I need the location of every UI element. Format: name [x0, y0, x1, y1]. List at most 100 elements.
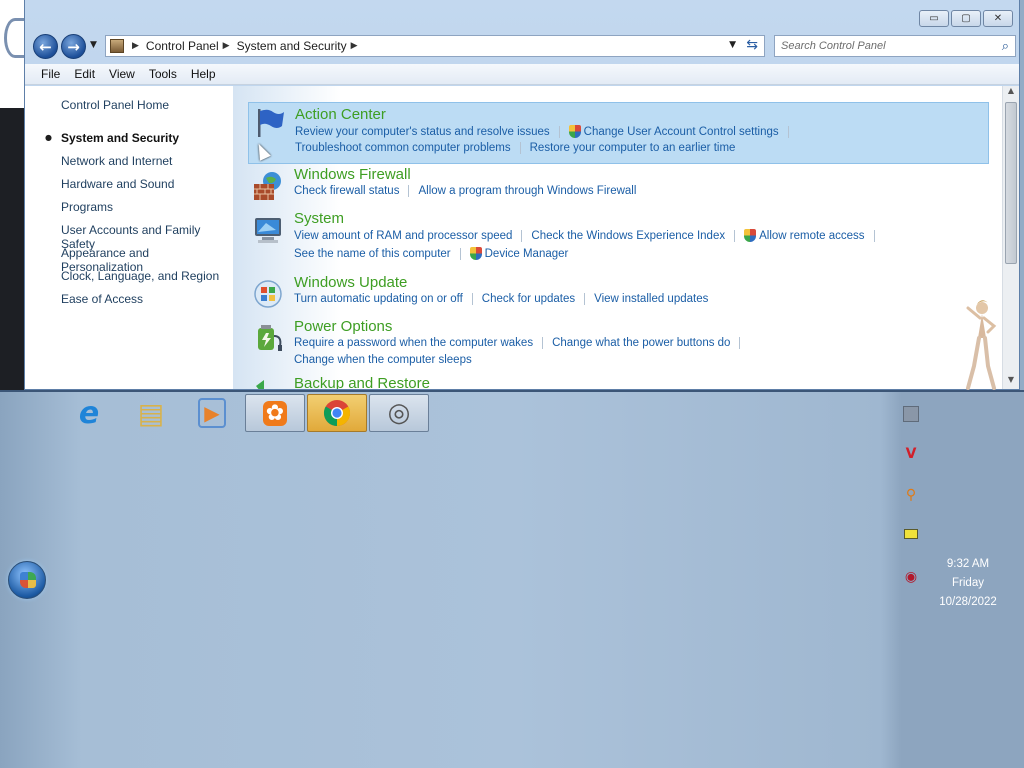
power-options-title[interactable]: Power Options: [294, 318, 392, 335]
allow-remote-access-link[interactable]: Allow remote access: [759, 230, 864, 242]
sidebar-item-clock-language-region[interactable]: Clock, Language, and Region: [61, 269, 219, 283]
power-options-links-row-2: Change when the computer sleeps: [294, 354, 472, 366]
recent-pages-dropdown[interactable]: ▼: [90, 40, 97, 50]
review-status-link[interactable]: Review your computer's status and resolv…: [295, 126, 550, 138]
computer-name-link[interactable]: See the name of this computer: [294, 248, 451, 260]
menu-help[interactable]: Help: [191, 67, 216, 81]
network-icon[interactable]: [903, 406, 919, 422]
check-firewall-status-link[interactable]: Check firewall status: [294, 185, 399, 197]
uac-shield-icon: [568, 125, 581, 138]
chevron-right-icon[interactable]: ▶: [351, 41, 358, 51]
require-password-link[interactable]: Require a password when the computer wak…: [294, 337, 533, 349]
desktop-strip-dark: [0, 108, 24, 390]
antivirus-icon[interactable]: V: [903, 446, 919, 462]
refresh-icon[interactable]: ⇆: [746, 37, 758, 53]
link-separator: [521, 229, 523, 242]
link-separator: [787, 125, 789, 138]
taskbar-media-player[interactable]: ▶: [182, 394, 242, 432]
close-button[interactable]: ✕: [983, 10, 1013, 27]
experience-index-link[interactable]: Check the Windows Experience Index: [531, 230, 725, 242]
windows-update-title[interactable]: Windows Update: [294, 274, 407, 291]
scroll-thumb[interactable]: [1005, 102, 1017, 264]
address-bar[interactable]: ▶ Control Panel ▶ System and Security ▶ …: [105, 35, 765, 57]
power-options-links-row-1: Require a password when the computer wak…: [294, 337, 749, 349]
taskbar-steering-app[interactable]: ◎: [369, 394, 429, 432]
search-input[interactable]: [781, 40, 991, 52]
system-links-row-2: See the name of this computer Device Man…: [294, 247, 568, 260]
content-pane: Action Center Review your computer's sta…: [233, 86, 1007, 389]
scroll-up-arrow[interactable]: ▲: [1003, 86, 1019, 100]
taskbar-chrome[interactable]: [307, 394, 367, 432]
control-panel-home-link[interactable]: Control Panel Home: [61, 98, 169, 112]
menu-file[interactable]: File: [41, 67, 60, 81]
action-center-links-row-2: Troubleshoot common computer problems Re…: [295, 142, 735, 154]
uac-shield-icon: [469, 247, 482, 260]
taskbar-windows-explorer[interactable]: ▤: [121, 394, 181, 432]
back-button[interactable]: ←: [33, 34, 58, 59]
computer-sleeps-link[interactable]: Change when the computer sleeps: [294, 354, 472, 366]
troubleshoot-link[interactable]: Troubleshoot common computer problems: [295, 142, 511, 154]
menu-tools[interactable]: Tools: [149, 67, 177, 81]
sidebar-item-ease-of-access[interactable]: Ease of Access: [61, 292, 143, 306]
menu-bar: File Edit View Tools Help: [25, 64, 1019, 85]
menu-edit[interactable]: Edit: [74, 67, 95, 81]
view-ram-processor-link[interactable]: View amount of RAM and processor speed: [294, 230, 512, 242]
link-separator: [459, 247, 461, 260]
check-for-updates-link[interactable]: Check for updates: [482, 293, 575, 305]
search-tool-icon[interactable]: ⚲: [903, 487, 919, 503]
arrow-right-icon: →: [67, 37, 80, 56]
view-installed-updates-link[interactable]: View installed updates: [594, 293, 708, 305]
clock-day: Friday: [952, 577, 984, 589]
breadcrumb-system-and-security[interactable]: System and Security: [237, 39, 347, 53]
vertical-scrollbar[interactable]: ▲ ▼: [1002, 86, 1019, 389]
link-separator: [408, 185, 410, 197]
active-bullet-icon: ●: [45, 133, 52, 142]
sidebar-item-system-and-security[interactable]: System and Security: [61, 131, 179, 145]
windows-firewall-links: Check firewall status Allow a program th…: [294, 185, 636, 197]
volume-icon[interactable]: ◉: [903, 569, 919, 585]
system-icon: [255, 218, 281, 243]
breadcrumb-control-panel[interactable]: Control Panel: [146, 39, 219, 53]
chevron-right-icon[interactable]: ▶: [223, 41, 230, 51]
search-box[interactable]: ⌕: [774, 35, 1016, 57]
desktop-icon-partial[interactable]: [4, 18, 26, 58]
sidebar-item-programs[interactable]: Programs: [61, 200, 113, 214]
chevron-right-icon[interactable]: ▶: [132, 41, 139, 51]
navigation-bar: ← → ▼ ▶ Control Panel ▶ System and Secur…: [33, 33, 1016, 59]
restore-computer-link[interactable]: Restore your computer to an earlier time: [530, 142, 736, 154]
power-options-icon: [258, 325, 282, 351]
steering-wheel-icon: ◎: [387, 398, 411, 428]
allow-program-through-firewall-link[interactable]: Allow a program through Windows Firewall: [418, 185, 636, 197]
minimize-button[interactable]: ▭: [919, 10, 949, 27]
start-button[interactable]: [8, 561, 46, 599]
clock-date: 10/28/2022: [939, 596, 997, 608]
address-dropdown-arrow[interactable]: ▼: [729, 40, 736, 50]
maximize-button[interactable]: ▢: [951, 10, 981, 27]
category-backup-and-restore: Backup and Restore: [248, 375, 989, 389]
taskbar-uc-browser[interactable]: ✿: [245, 394, 305, 432]
windows-firewall-title[interactable]: Windows Firewall: [294, 166, 411, 183]
backup-and-restore-title[interactable]: Backup and Restore: [294, 375, 430, 389]
system-title[interactable]: System: [294, 210, 344, 227]
message-icon[interactable]: [904, 529, 918, 539]
internet-explorer-icon: e: [78, 395, 100, 431]
scroll-down-arrow[interactable]: ▼: [1003, 375, 1019, 389]
device-manager-link[interactable]: Device Manager: [485, 248, 569, 260]
forward-button[interactable]: →: [61, 34, 86, 59]
taskbar-internet-explorer[interactable]: e: [59, 394, 119, 432]
sidebar-item-hardware-and-sound[interactable]: Hardware and Sound: [61, 177, 174, 191]
windows-update-links: Turn automatic updating on or off Check …: [294, 293, 708, 305]
flag-icon: [258, 109, 284, 137]
link-separator: [734, 229, 736, 242]
system-clock[interactable]: 9:32 AM Friday 10/28/2022: [936, 555, 1000, 612]
menu-view[interactable]: View: [109, 67, 135, 81]
automatic-updating-link[interactable]: Turn automatic updating on or off: [294, 293, 463, 305]
link-separator: [558, 125, 560, 138]
action-center-title[interactable]: Action Center: [295, 106, 386, 123]
dancer-figure-icon: [966, 300, 997, 390]
change-uac-settings-link[interactable]: Change User Account Control settings: [584, 126, 779, 138]
search-icon[interactable]: ⌕: [1002, 39, 1009, 54]
sidebar-item-network-and-internet[interactable]: Network and Internet: [61, 154, 172, 168]
folder-icon: ▤: [137, 396, 165, 430]
power-buttons-link[interactable]: Change what the power buttons do: [552, 337, 730, 349]
